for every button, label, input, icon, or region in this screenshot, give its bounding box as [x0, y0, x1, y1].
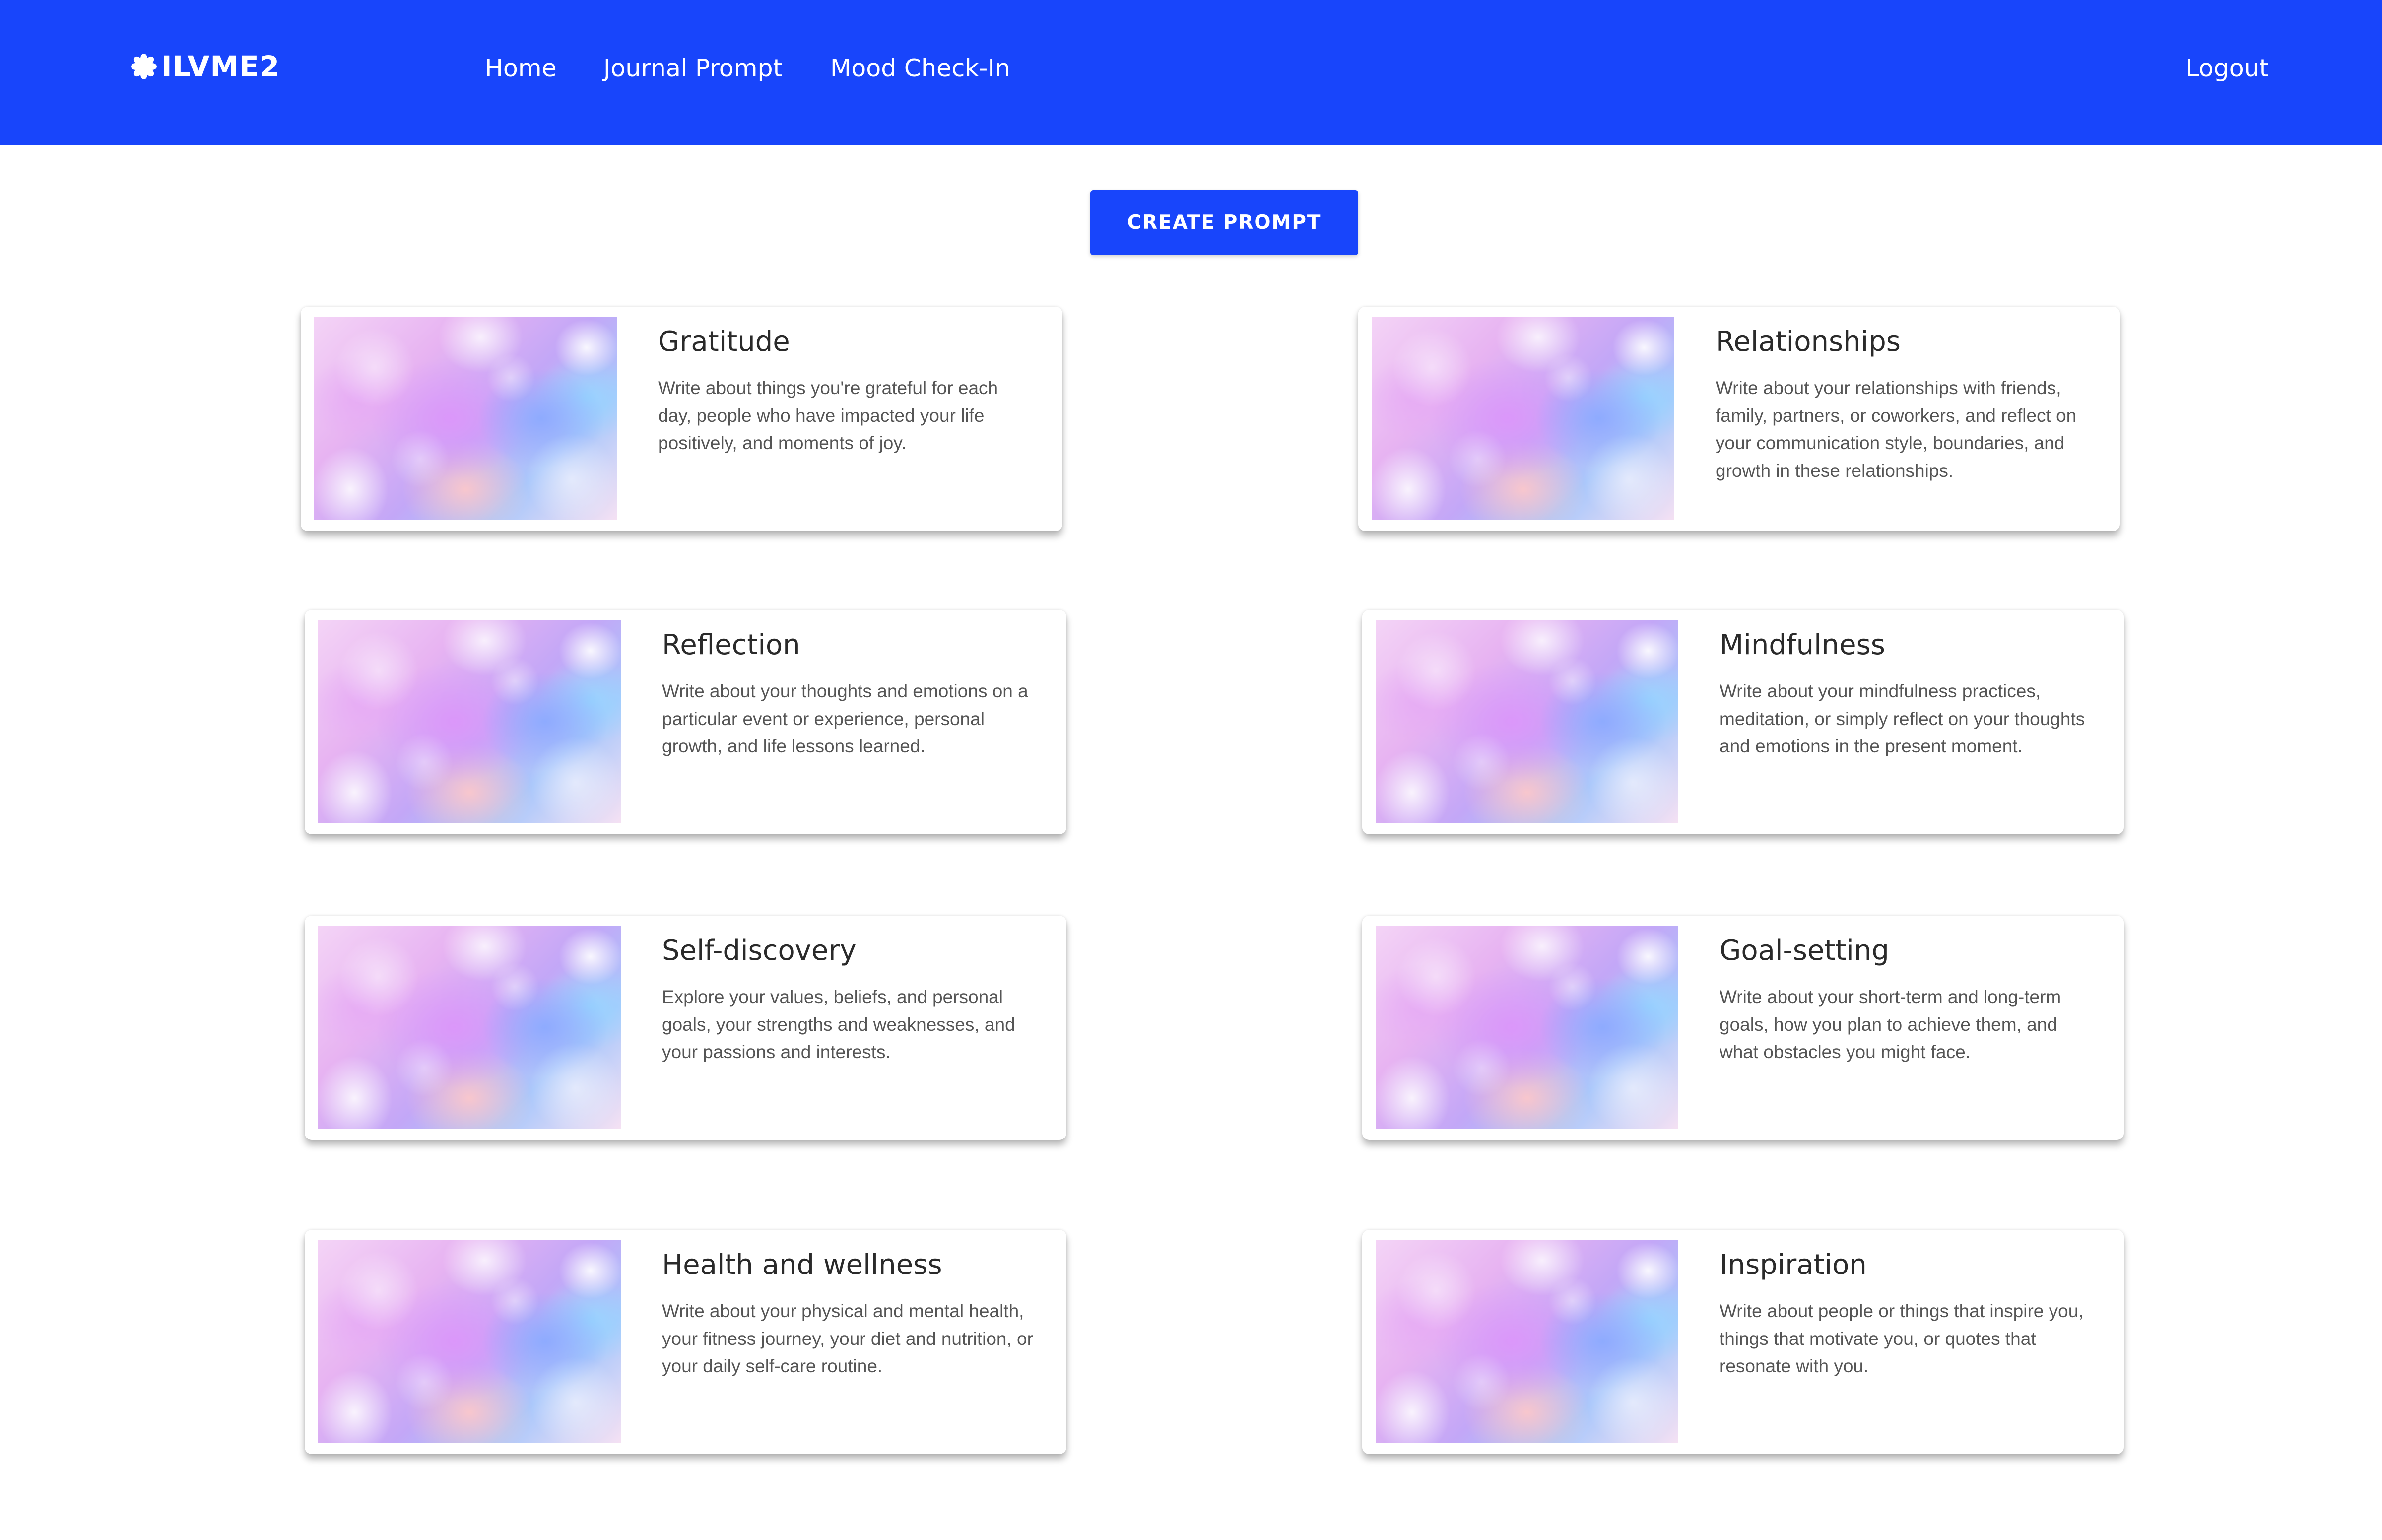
prompt-card-self-discovery[interactable]: Self-discovery Explore your values, beli…: [305, 916, 1066, 1140]
prompt-card-health-and-wellness[interactable]: Health and wellness Write about your phy…: [305, 1230, 1066, 1454]
top-navbar: ILVME2 Home Journal Prompt Mood Check-In…: [0, 0, 2382, 145]
prompt-card-goal-setting[interactable]: Goal-setting Write about your short-term…: [1362, 916, 2124, 1140]
card-image: [1376, 1240, 1678, 1443]
card-description: Write about your physical and mental hea…: [662, 1301, 1033, 1376]
card-image: [1376, 620, 1678, 823]
card-description: Write about your short-term and long-ter…: [1720, 987, 2061, 1062]
card-description: Explore your values, beliefs, and person…: [662, 987, 1015, 1062]
card-image: [1376, 926, 1678, 1129]
nav-link-journal-prompt[interactable]: Journal Prompt: [603, 54, 783, 83]
card-description: Write about your mindfulness practices, …: [1720, 681, 2085, 756]
create-prompt-button[interactable]: CREATE PROMPT: [1090, 190, 1358, 255]
card-title: Gratitude: [658, 326, 790, 358]
prompt-card-gratitude[interactable]: Gratitude Write about things you're grat…: [301, 307, 1062, 531]
card-description: Write about things you're grateful for e…: [658, 378, 998, 453]
card-title: Health and wellness: [662, 1249, 942, 1281]
brand-logo[interactable]: ILVME2: [131, 47, 280, 86]
card-image: [1372, 317, 1674, 520]
prompt-card-mindfulness[interactable]: Mindfulness Write about your mindfulness…: [1362, 610, 2124, 834]
card-image: [318, 926, 621, 1129]
nav-link-home[interactable]: Home: [485, 54, 557, 83]
card-image: [318, 620, 621, 823]
prompt-card-relationships[interactable]: Relationships Write about your relations…: [1358, 307, 2120, 531]
card-description: Write about your thoughts and emotions o…: [662, 681, 1028, 756]
card-image: [318, 1240, 621, 1443]
card-description: Write about your relationships with frie…: [1716, 378, 2077, 481]
card-title: Goal-setting: [1720, 935, 1889, 967]
brand-name: ILVME2: [161, 50, 280, 83]
nav-link-mood-check-in[interactable]: Mood Check-In: [830, 54, 1010, 83]
card-title: Reflection: [662, 629, 800, 661]
asterisk-flower-icon: [131, 54, 157, 79]
logout-link[interactable]: Logout: [2185, 54, 2269, 83]
card-title: Inspiration: [1720, 1249, 1867, 1281]
prompt-card-reflection[interactable]: Reflection Write about your thoughts and…: [305, 610, 1066, 834]
card-title: Mindfulness: [1720, 629, 1885, 661]
card-title: Self-discovery: [662, 935, 857, 967]
card-description: Write about people or things that inspir…: [1720, 1301, 2084, 1376]
card-title: Relationships: [1716, 326, 1901, 358]
prompt-card-inspiration[interactable]: Inspiration Write about people or things…: [1362, 1230, 2124, 1454]
card-image: [314, 317, 617, 520]
